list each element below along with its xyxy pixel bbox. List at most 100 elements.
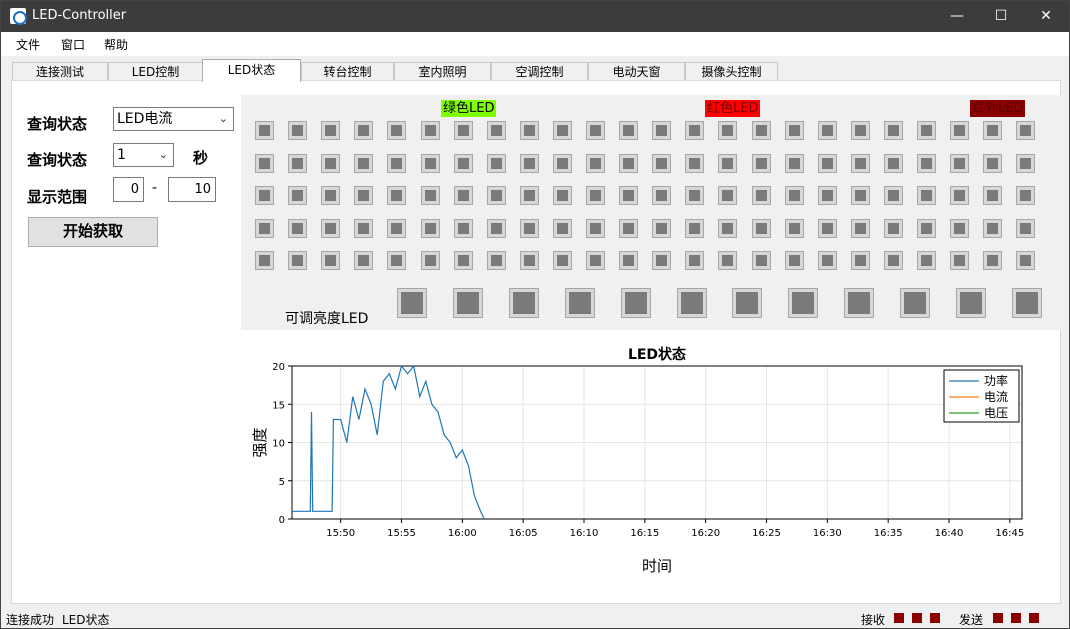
led-indicator xyxy=(387,218,407,238)
led-indicator xyxy=(718,251,738,270)
adjustable-led-indicator xyxy=(956,288,986,318)
led-indicator xyxy=(817,121,837,140)
led-indicator xyxy=(453,121,473,140)
send-indicator-2 xyxy=(1011,613,1021,623)
led-indicator xyxy=(1016,218,1036,238)
led-indicator xyxy=(652,186,672,205)
recv-indicator-2 xyxy=(912,613,922,623)
led-indicator xyxy=(354,186,374,205)
tab-camera-control[interactable]: 摄像头控制 xyxy=(685,62,778,81)
range-from-input[interactable]: 0 xyxy=(113,177,144,202)
x-tick-label: 16:35 xyxy=(874,528,903,539)
led-indicator xyxy=(685,218,705,238)
led-indicator xyxy=(486,218,506,238)
led-indicator xyxy=(784,218,804,238)
led-indicator xyxy=(288,121,308,140)
led-indicator xyxy=(354,153,374,173)
legend-label: 电压 xyxy=(984,406,1008,420)
recv-label: 接收 xyxy=(861,613,886,627)
led-indicator xyxy=(850,121,870,140)
tab-ac-control[interactable]: 空调控制 xyxy=(491,62,588,81)
led-indicator xyxy=(288,218,308,238)
led-indicator xyxy=(619,153,639,173)
range-dash: - xyxy=(152,180,158,196)
tab-led-status[interactable]: LED状态 xyxy=(202,59,301,82)
led-indicator xyxy=(751,186,771,205)
tab-connection-test[interactable]: 连接测试 xyxy=(12,62,108,81)
adjustable-led-indicator xyxy=(900,288,931,318)
led-indicator xyxy=(321,153,341,173)
x-tick-label: 16:30 xyxy=(813,528,842,539)
led-indicator xyxy=(817,186,837,205)
led-indicator xyxy=(950,186,970,205)
led-indicator xyxy=(917,218,936,238)
tab-turntable-control[interactable]: 转台控制 xyxy=(301,62,394,81)
window-title: LED-Controller xyxy=(32,8,127,23)
adjustable-led-label: 可调亮度LED xyxy=(285,311,369,327)
adjustable-led-indicator xyxy=(620,288,651,318)
app-icon xyxy=(10,8,27,25)
x-tick-label: 15:50 xyxy=(326,528,355,539)
range-to-input[interactable]: 10 xyxy=(168,177,216,202)
menu-file[interactable]: 文件 xyxy=(16,36,40,53)
green-led-label: 绿色LED xyxy=(441,100,497,117)
legend-label: 电流 xyxy=(984,390,1008,404)
tab-indoor-lighting[interactable]: 室内照明 xyxy=(394,62,491,81)
maximize-button[interactable]: ☐ xyxy=(978,1,1024,32)
title-bar: LED-Controller — ☐ ✕ xyxy=(1,1,1069,32)
interval-select[interactable]: 1 ⌄ xyxy=(113,143,174,167)
led-indicator xyxy=(685,121,705,140)
led-indicator xyxy=(817,218,837,238)
tab-sunroof[interactable]: 电动天窗 xyxy=(588,62,685,81)
tab-led-control[interactable]: LED控制 xyxy=(108,62,203,81)
start-fetch-button[interactable]: 开始获取 xyxy=(28,217,158,247)
interval-unit: 秒 xyxy=(193,149,209,167)
led-indicator xyxy=(354,251,374,270)
led-indicator xyxy=(619,186,639,205)
led-indicator xyxy=(321,186,341,205)
led-indicator xyxy=(983,153,1003,173)
led-status-panel: 查询状态 LED电流 ⌄ 查询状态 1 ⌄ 秒 显示范围 0 - 10 开始获取… xyxy=(11,80,1061,604)
led-indicator xyxy=(917,251,936,270)
adjustable-led-indicator xyxy=(564,288,595,318)
menu-window[interactable]: 窗口 xyxy=(61,36,85,53)
led-indicator xyxy=(519,186,539,205)
adjustable-led-indicator xyxy=(676,288,707,318)
led-indicator xyxy=(453,251,473,270)
led-indicator xyxy=(718,186,738,205)
led-indicator xyxy=(1016,153,1036,173)
led-indicator xyxy=(917,153,936,173)
query-type-select[interactable]: LED电流 ⌄ xyxy=(113,107,234,131)
adjustable-led-indicator xyxy=(788,288,819,318)
led-indicator xyxy=(850,153,870,173)
led-indicator xyxy=(718,153,738,173)
close-button[interactable]: ✕ xyxy=(1023,1,1069,32)
led-indicator xyxy=(685,251,705,270)
adjustable-led-indicator xyxy=(1011,288,1042,318)
range-label: 显示范围 xyxy=(27,188,88,206)
minimize-button[interactable]: — xyxy=(934,1,980,32)
led-indicator xyxy=(453,186,473,205)
led-indicator xyxy=(519,251,539,270)
led-indicator xyxy=(586,153,605,173)
y-tick-label: 5 xyxy=(279,477,285,488)
x-tick-label: 16:25 xyxy=(752,528,781,539)
led-indicator xyxy=(288,153,308,173)
led-indicator xyxy=(420,153,440,173)
led-indicator xyxy=(420,251,440,270)
led-indicator xyxy=(983,186,1003,205)
led-indicator xyxy=(751,251,771,270)
led-indicator xyxy=(255,153,274,173)
send-indicator-1 xyxy=(993,613,1003,623)
led-indicator xyxy=(751,218,771,238)
led-indicator xyxy=(784,251,804,270)
send-label: 发送 xyxy=(959,613,984,627)
app-window: LED-Controller — ☐ ✕ 文件 窗口 帮助 连接测试 LED控制… xyxy=(0,0,1070,629)
led-indicator xyxy=(519,218,539,238)
x-tick-label: 16:15 xyxy=(630,528,659,539)
menu-help[interactable]: 帮助 xyxy=(104,36,128,53)
adjustable-led-indicator xyxy=(508,288,539,318)
y-tick-label: 20 xyxy=(272,362,285,373)
chart-title: LED状态 xyxy=(628,346,686,363)
query-type-value: LED电流 xyxy=(117,111,173,127)
